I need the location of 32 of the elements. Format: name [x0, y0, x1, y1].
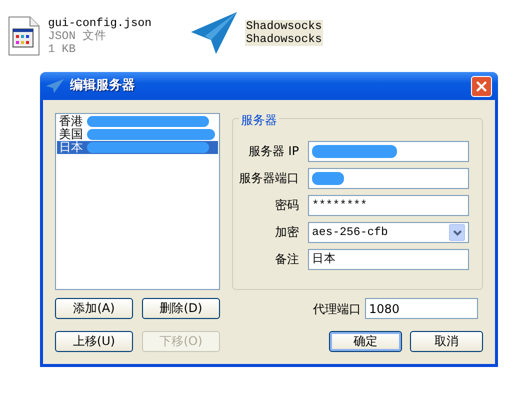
input-field[interactable]: 日本 [308, 249, 469, 270]
list-button[interactable]: 删除(D) [142, 298, 220, 319]
file-name: gui-config.json [48, 16, 152, 30]
input-field[interactable]: ******** [308, 195, 469, 216]
app-subtitle: Shadowsocks [245, 33, 323, 46]
paper-plane-icon [46, 79, 64, 93]
group-title: 服务器 [239, 111, 279, 129]
field-label: 加密 [274, 224, 300, 241]
close-button[interactable] [471, 76, 492, 96]
list-button[interactable]: 上移(U) [55, 331, 133, 352]
input-field[interactable] [308, 168, 469, 189]
file-size: 1 KB [48, 42, 77, 56]
field-label: 服务器 IP [247, 143, 300, 160]
file-icon [8, 16, 40, 56]
list-item[interactable]: 香港 [57, 115, 218, 128]
list-item[interactable]: 美国 [57, 128, 218, 141]
list-item[interactable]: 日本 [57, 141, 218, 154]
field-label: 服务器端口 [238, 170, 300, 187]
field-label: 备注 [274, 251, 300, 268]
field-label: 代理端口 [313, 300, 361, 318]
close-icon [476, 80, 487, 92]
field-label: 密码 [274, 197, 300, 214]
dialog-button[interactable]: 取消 [410, 331, 483, 352]
list-button[interactable]: 添加(A) [55, 298, 133, 319]
paper-plane-icon [191, 12, 237, 54]
dialog-button[interactable]: 确定 [329, 331, 402, 352]
window-title: 编辑服务器 [70, 76, 135, 96]
app-name: Shadowsocks [245, 20, 323, 33]
dropdown[interactable]: aes-256-cfb [308, 222, 469, 243]
input-field[interactable] [308, 141, 469, 162]
input-field[interactable]: 1080 [365, 298, 478, 319]
file-type: JSON 文件 [48, 30, 108, 42]
